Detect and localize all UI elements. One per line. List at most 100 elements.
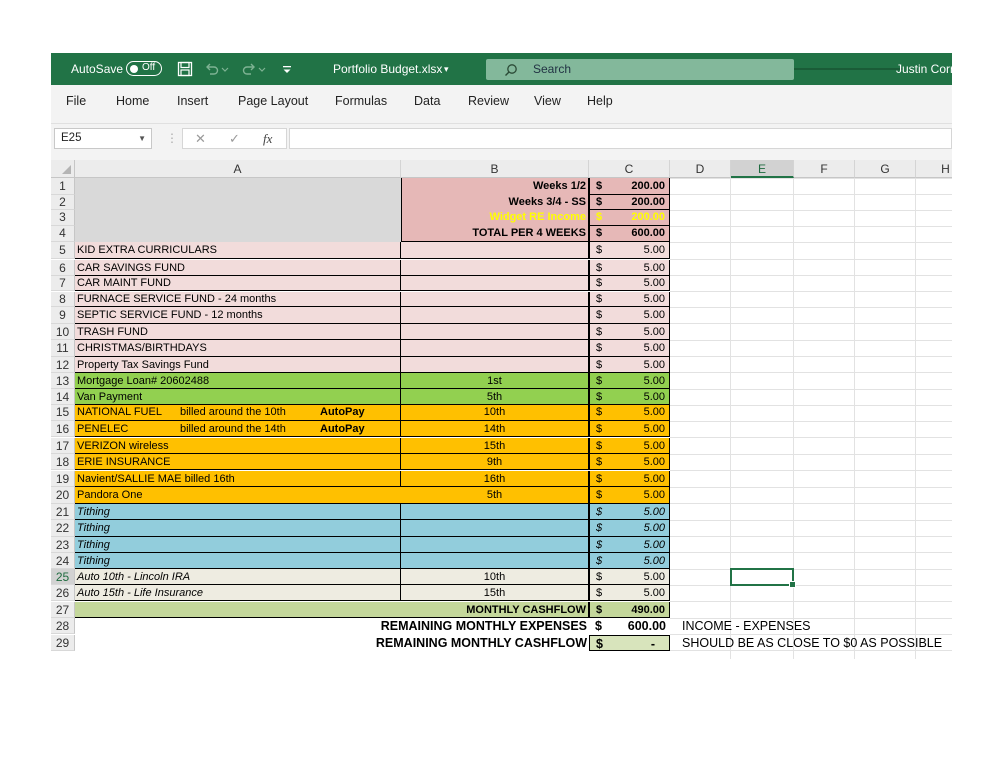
cell-b4[interactable]: TOTAL PER 4 WEEKS — [401, 226, 589, 243]
select-all-corner[interactable] — [51, 160, 75, 178]
cell-a17[interactable]: VERIZON wireless — [75, 437, 401, 455]
cell-c7[interactable]: $5.00 — [589, 275, 670, 292]
save-icon[interactable] — [177, 61, 193, 77]
cell-b22[interactable] — [401, 520, 589, 537]
row-header-24[interactable]: 24 — [51, 552, 75, 569]
row-header-28[interactable]: 28 — [51, 618, 75, 635]
autosave-toggle[interactable]: Off — [126, 61, 162, 76]
row-header-17[interactable]: 17 — [51, 437, 75, 455]
row-header-19[interactable]: 19 — [51, 470, 75, 488]
cell-a20[interactable]: Pandora One — [75, 487, 401, 504]
column-header-g[interactable]: G — [855, 160, 916, 178]
cell-a10[interactable]: TRASH FUND — [75, 323, 401, 341]
cell-c2[interactable]: $200.00 — [589, 194, 670, 211]
column-header-b[interactable]: B — [401, 160, 589, 178]
cell-a16[interactable]: PENELEC billed around the 14th AutoPay — [75, 421, 401, 438]
cell-a11[interactable]: CHRISTMAS/BIRTHDAYS — [75, 340, 401, 357]
cell-a7[interactable]: CAR MAINT FUND — [75, 275, 401, 292]
column-header-d[interactable]: D — [670, 160, 731, 178]
cell-a5[interactable]: KID EXTRA CURRICULARS — [75, 242, 401, 260]
cell-c18[interactable]: $5.00 — [589, 454, 670, 471]
file-name[interactable]: Portfolio Budget.xlsx — [333, 53, 442, 85]
row-header-1[interactable]: 1 — [51, 178, 75, 195]
cell-b25[interactable]: 10th — [401, 569, 589, 586]
cell-b20[interactable]: 5th — [401, 487, 589, 504]
cell-a8[interactable]: FURNACE SERVICE FUND - 24 months — [75, 291, 401, 308]
cell-a25[interactable]: Auto 10th - Lincoln IRA — [75, 569, 401, 586]
tab-formulas[interactable]: Formulas — [335, 85, 387, 117]
name-box[interactable]: E25 ▼ — [54, 128, 152, 149]
cell-c1[interactable]: $200.00 — [589, 178, 670, 195]
formula-input[interactable] — [289, 128, 952, 149]
cell-a18[interactable]: ERIE INSURANCE — [75, 454, 401, 471]
cell-b13[interactable]: 1st — [401, 372, 589, 390]
cell-a9[interactable]: SEPTIC SERVICE FUND - 12 months — [75, 307, 401, 324]
cell-b24[interactable] — [401, 552, 589, 569]
name-box-dropdown-icon[interactable]: ▼ — [138, 129, 146, 148]
cell-a19[interactable]: Navient/SALLIE MAE billed 16th — [75, 470, 401, 488]
row-header-22[interactable]: 22 — [51, 520, 75, 537]
cell-b7[interactable] — [401, 275, 589, 292]
cell-a23[interactable]: Tithing — [75, 536, 401, 553]
tab-help[interactable]: Help — [587, 85, 613, 117]
cell-b6[interactable] — [401, 259, 589, 276]
cell-a14[interactable]: Van Payment — [75, 389, 401, 406]
row-header-11[interactable]: 11 — [51, 340, 75, 357]
cell-b3[interactable]: Widget RE Income — [401, 210, 589, 227]
user-name[interactable]: Justin Corri — [896, 53, 952, 85]
row-header-13[interactable]: 13 — [51, 372, 75, 390]
cell-c3[interactable]: $200.00 — [589, 210, 670, 227]
cell-a24[interactable]: Tithing — [75, 552, 401, 569]
cell-b8[interactable] — [401, 291, 589, 308]
cell-b19[interactable]: 16th — [401, 470, 589, 488]
row-header-20[interactable]: 20 — [51, 487, 75, 504]
column-header-f[interactable]: F — [794, 160, 855, 178]
cell-c28[interactable]: $600.00 — [589, 618, 670, 635]
row-header-16[interactable]: 16 — [51, 421, 75, 438]
tab-file[interactable]: File — [66, 85, 86, 117]
cell-b16[interactable]: 14th — [401, 421, 589, 438]
row-header-10[interactable]: 10 — [51, 323, 75, 341]
cell-b1[interactable]: Weeks 1/2 — [401, 178, 589, 195]
redo-icon[interactable] — [241, 61, 257, 77]
undo-icon[interactable] — [204, 61, 220, 77]
tab-home[interactable]: Home — [116, 85, 149, 117]
row-header-18[interactable]: 18 — [51, 454, 75, 471]
cell-a15[interactable]: NATIONAL FUEL billed around the 10th AutoP… — [75, 405, 401, 422]
tab-review[interactable]: Review — [468, 85, 509, 117]
cell-c24[interactable]: $5.00 — [589, 552, 670, 569]
row-header-6[interactable]: 6 — [51, 259, 75, 276]
cell-b23[interactable] — [401, 536, 589, 553]
search-box[interactable]: Search — [486, 59, 794, 80]
tab-data[interactable]: Data — [414, 85, 440, 117]
cell-a12[interactable]: Property Tax Savings Fund — [75, 356, 401, 373]
cell-b21[interactable] — [401, 503, 589, 521]
cell-c23[interactable]: $5.00 — [589, 536, 670, 553]
cell-c26[interactable]: $5.00 — [589, 585, 670, 602]
column-header-e[interactable]: E — [731, 160, 794, 178]
cell-c14[interactable]: $5.00 — [589, 389, 670, 406]
row-header-15[interactable]: 15 — [51, 405, 75, 422]
row-header-5[interactable]: 5 — [51, 242, 75, 260]
cell-c27[interactable]: $490.00 — [589, 601, 670, 619]
cell-a22[interactable]: Tithing — [75, 520, 401, 537]
cell-d28[interactable]: INCOME - EXPENSES — [682, 618, 952, 634]
cell-a21[interactable]: Tithing — [75, 503, 401, 521]
cell-a27[interactable] — [75, 601, 401, 619]
cell-b17[interactable]: 15th — [401, 437, 589, 455]
row-header-2[interactable]: 2 — [51, 194, 75, 211]
row-header-25[interactable]: 25 — [51, 569, 75, 586]
cancel-icon[interactable]: ✕ — [195, 129, 206, 148]
row-header-12[interactable]: 12 — [51, 356, 75, 373]
cell-b2[interactable]: Weeks 3/4 - SS — [401, 194, 589, 211]
undo-dropdown-icon[interactable] — [221, 61, 229, 77]
cell-a26[interactable]: Auto 15th - Life Insurance — [75, 585, 401, 602]
cell-b15[interactable]: 10th — [401, 405, 589, 422]
row-header-7[interactable]: 7 — [51, 275, 75, 292]
cell-c13[interactable]: $5.00 — [589, 372, 670, 390]
cell-b5[interactable] — [401, 242, 589, 260]
cell-c21[interactable]: $5.00 — [589, 503, 670, 521]
row-header-23[interactable]: 23 — [51, 536, 75, 553]
cell-c15[interactable]: $5.00 — [589, 405, 670, 422]
cell-b11[interactable] — [401, 340, 589, 357]
